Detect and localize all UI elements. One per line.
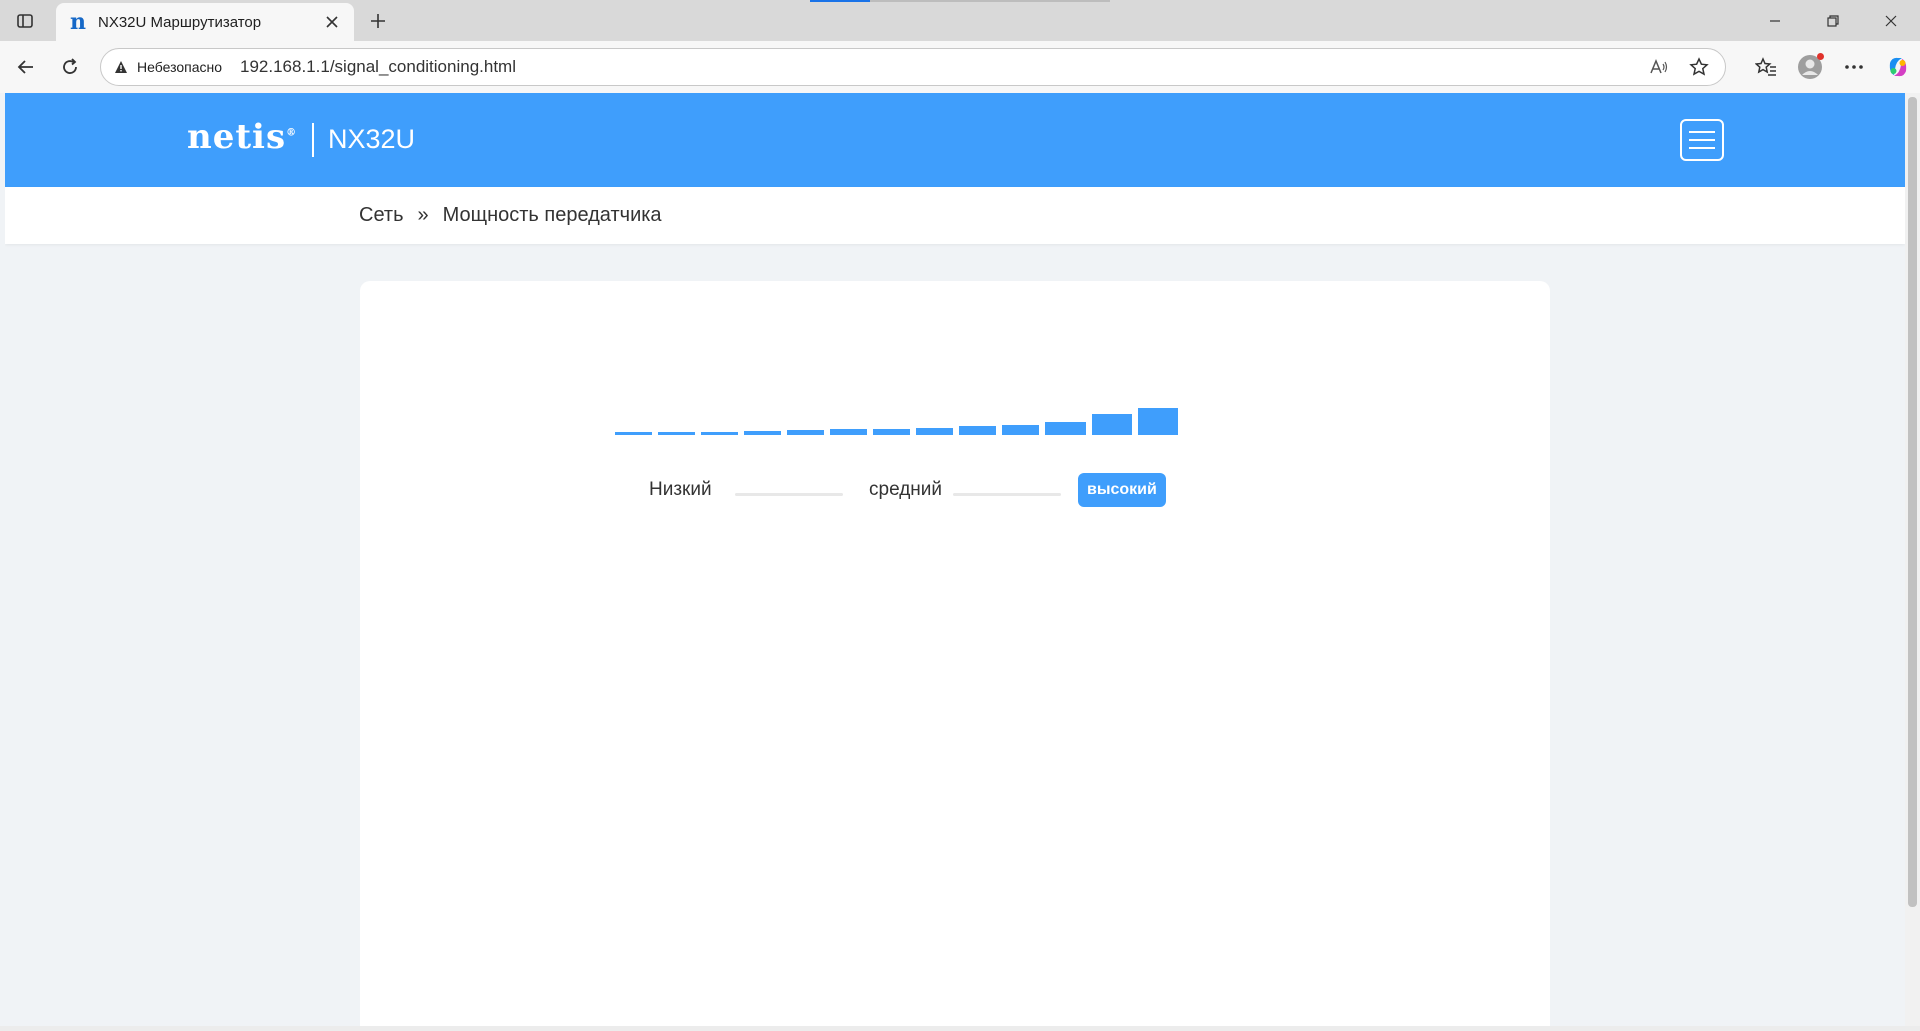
security-label[interactable]: Небезопасно: [137, 59, 222, 75]
new-tab-button[interactable]: [364, 7, 392, 35]
breadcrumb-separator: »: [417, 204, 429, 226]
tab-drag-indicator-secondary: [870, 0, 1110, 2]
signal-bar: [615, 432, 652, 435]
window-controls: [1746, 0, 1920, 41]
level-low[interactable]: Низкий: [649, 479, 712, 501]
toolbar-actions: [1744, 53, 1920, 81]
breadcrumb: Сеть » Мощность передатчика: [359, 204, 662, 227]
signal-strength-bars: [615, 399, 1315, 435]
signal-bar: [830, 429, 867, 435]
logo-registered-mark: ®: [286, 127, 298, 139]
power-card: Низкий средний высокий: [360, 281, 1550, 1026]
page-viewport: netis® NX32U Сеть » Мощность передатчика…: [5, 93, 1905, 1026]
level-high-button[interactable]: высокий: [1078, 473, 1166, 507]
netis-favicon-icon: n: [70, 9, 86, 35]
signal-bar: [1002, 425, 1039, 435]
level-medium[interactable]: средний: [869, 479, 942, 501]
reload-icon[interactable]: [56, 53, 84, 81]
address-bar[interactable]: Небезопасно 192.168.1.1/signal_condition…: [100, 48, 1726, 86]
signal-bar: [1138, 408, 1178, 435]
level-divider-mid-high: [953, 493, 1061, 496]
url-text[interactable]: 192.168.1.1/signal_conditioning.html: [240, 57, 1633, 77]
tab-drag-indicator: [810, 0, 870, 2]
tab-actions-icon[interactable]: [12, 8, 38, 34]
favorites-icon[interactable]: [1752, 53, 1780, 81]
profile-icon[interactable]: [1796, 53, 1824, 81]
notification-dot: [1817, 53, 1824, 60]
more-icon[interactable]: [1840, 53, 1868, 81]
star-icon[interactable]: [1685, 53, 1713, 81]
netis-logo[interactable]: netis®: [187, 117, 297, 157]
page-scrollbar[interactable]: [1905, 93, 1920, 1031]
breadcrumb-section[interactable]: Сеть: [359, 204, 403, 227]
browser-tab[interactable]: n NX32U Маршрутизатор: [56, 3, 354, 41]
hamburger-menu-icon[interactable]: [1680, 119, 1724, 161]
minimize-icon[interactable]: [1746, 0, 1804, 41]
logo-divider: [312, 123, 314, 157]
scrollbar-thumb[interactable]: [1908, 97, 1917, 907]
power-level-selector: Низкий средний высокий: [615, 471, 1315, 507]
close-icon[interactable]: [322, 12, 342, 32]
signal-bar: [959, 426, 996, 435]
signal-bar: [658, 432, 695, 435]
tab-title: NX32U Маршрутизатор: [98, 13, 262, 31]
router-header: netis® NX32U: [5, 93, 1905, 187]
logo-text: netis: [187, 117, 287, 157]
warning-icon[interactable]: [113, 59, 129, 75]
copilot-icon[interactable]: [1884, 53, 1912, 81]
window-close-icon[interactable]: [1862, 0, 1920, 41]
signal-bar: [701, 432, 738, 435]
signal-bar: [744, 431, 781, 435]
level-divider-low-mid: [735, 493, 843, 496]
breadcrumb-bar: Сеть » Мощность передатчика: [5, 187, 1905, 244]
read-aloud-icon[interactable]: [1645, 53, 1673, 81]
signal-bar: [1092, 414, 1132, 435]
model-name: NX32U: [328, 124, 416, 154]
breadcrumb-page: Мощность передатчика: [442, 204, 662, 226]
signal-bar: [916, 428, 953, 435]
window-bottom-edge: [0, 1026, 1920, 1031]
signal-bar: [1045, 422, 1086, 435]
browser-toolbar: Небезопасно 192.168.1.1/signal_condition…: [0, 41, 1920, 93]
signal-bar: [787, 430, 824, 435]
restore-icon[interactable]: [1804, 0, 1862, 41]
browser-tab-bar: n NX32U Маршрутизатор: [0, 0, 1920, 41]
back-arrow-icon[interactable]: [12, 53, 40, 81]
signal-bar: [873, 429, 910, 435]
